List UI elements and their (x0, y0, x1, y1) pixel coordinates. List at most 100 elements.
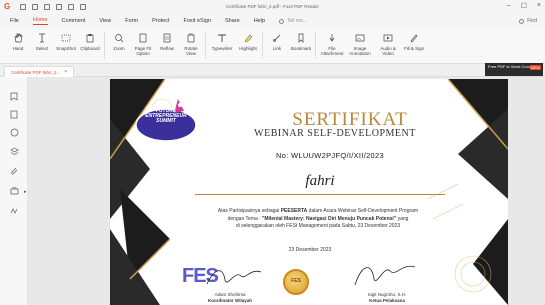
tell-me-search[interactable]: Tell me... (279, 18, 307, 24)
promo-banner[interactable]: Free PDF to Word Converter NEW (485, 63, 543, 76)
maximize-button[interactable]: ☐ (521, 2, 527, 10)
search-icon (279, 18, 285, 24)
body-bold-1: PEESERTA (280, 208, 308, 214)
tool-label: Hand (12, 46, 24, 51)
select-text-icon (37, 32, 48, 43)
tool-label: Audio & Video (380, 46, 396, 56)
document-tab-strip: Certificate PDF fahri_2... × (0, 64, 545, 77)
link-tool[interactable]: Link (265, 28, 289, 63)
reflow-tool[interactable]: Reflow (155, 28, 179, 63)
typewriter-tool[interactable]: Typewriter (208, 28, 236, 63)
expand-panel-arrow-icon[interactable]: ▸ (24, 189, 27, 195)
navigation-panel: ▸ (0, 77, 28, 305)
menu-help[interactable]: Help (254, 18, 265, 24)
hand-tool[interactable]: Hand (6, 28, 30, 63)
image-annotation-icon (355, 32, 366, 43)
body-text-2: dalam Acara Webinar Self-Development Pro… (307, 208, 419, 214)
clipboard-icon (85, 32, 96, 43)
ribbon-separator (262, 32, 263, 59)
security-panel-icon[interactable] (9, 185, 19, 195)
menu-home[interactable]: Home (32, 17, 48, 25)
menu-view[interactable]: View (99, 18, 111, 24)
bookmark-panel-icon[interactable] (9, 91, 19, 101)
cursor-icon[interactable] (80, 4, 86, 10)
ribbon-toolbar: Hand Select SnapShot Clipboard Zoom Page… (0, 28, 545, 64)
bookmark-tool[interactable]: Bookmark (289, 28, 313, 63)
file-attachment-tool[interactable]: File Attachment (318, 28, 346, 63)
rotate-tool[interactable]: Rotate View (179, 28, 203, 63)
tool-label: Typewriter (211, 46, 233, 51)
file-attachment-icon (327, 32, 338, 43)
name-underline (195, 194, 445, 195)
tool-label: Highlight (239, 46, 257, 51)
select-tool[interactable]: Select (30, 28, 54, 63)
zoom-icon (114, 32, 125, 43)
window-controls: – ☐ × (507, 2, 541, 10)
close-tab-button[interactable]: × (64, 69, 67, 75)
body-text-1: Atas Partisipasinya sebagai (217, 208, 281, 214)
comments-panel-icon[interactable] (9, 127, 19, 137)
bookmark-icon (296, 32, 307, 43)
tool-label: Link (272, 46, 282, 51)
find-box[interactable]: Find (519, 18, 537, 24)
snapshot-icon (61, 32, 72, 43)
page-fit-tool[interactable]: Page Fit Option (131, 28, 155, 63)
open-icon[interactable] (20, 4, 26, 10)
document-tab[interactable]: Certificate PDF fahri_2... × (4, 66, 75, 77)
page-fit-icon (138, 32, 149, 43)
reflow-icon (162, 32, 173, 43)
audio-video-tool[interactable]: Audio & Video (374, 28, 402, 63)
print-icon[interactable] (44, 4, 50, 10)
pages-panel-icon[interactable] (9, 109, 19, 119)
quick-access-toolbar (20, 4, 86, 10)
menu-form[interactable]: Form (125, 18, 138, 24)
right-signer-name: Sigit Nugroho, S.H. (367, 292, 407, 297)
tool-label: SnapShot (56, 46, 76, 51)
tool-label: Clipboard (80, 46, 100, 51)
right-signer-role: Ketua Pelaksana (369, 298, 405, 303)
right-signature (354, 265, 416, 286)
logo-line-3: SUMMIT (156, 118, 176, 124)
attachments-panel-icon[interactable] (9, 165, 19, 175)
rotate-icon (186, 32, 197, 43)
menu-share[interactable]: Share (225, 18, 240, 24)
menu-file[interactable]: File (10, 18, 19, 24)
undo-icon[interactable] (56, 4, 62, 10)
fill-sign-icon (409, 32, 420, 43)
minimize-button[interactable]: – (507, 2, 511, 10)
tool-label: Reflow (160, 46, 174, 51)
audio-video-icon (383, 32, 394, 43)
left-signer-role: Koordinator Wilayah (208, 298, 252, 303)
highlight-tool[interactable]: Highlight (236, 28, 260, 63)
ribbon-separator (205, 32, 206, 59)
menu-comment[interactable]: Comment (62, 18, 86, 24)
image-annotation-tool[interactable]: Image Annotation (346, 28, 374, 63)
foxit-logo: G (4, 2, 11, 11)
snapshot-tool[interactable]: SnapShot (54, 28, 78, 63)
body-text-5: di selenggarakan oleh FESt Management pa… (235, 223, 401, 229)
zoom-tool[interactable]: Zoom (107, 28, 131, 63)
find-icon (519, 18, 525, 24)
body-bold-2: "Milenial Mastery: Navigasi Diri Menuju … (261, 215, 397, 222)
tool-label: Image Annotation (349, 46, 371, 56)
left-signature (206, 270, 262, 285)
save-icon[interactable] (32, 4, 38, 10)
typewriter-icon (217, 32, 228, 43)
seal-label: FES (291, 278, 301, 284)
body-text-4: yang (396, 215, 409, 222)
layers-panel-icon[interactable] (9, 146, 19, 156)
promo-badge: NEW (529, 65, 541, 70)
fill-sign-tool[interactable]: Fill & Sign (402, 28, 426, 63)
clipboard-tool[interactable]: Clipboard (78, 28, 102, 63)
tool-label: File Attachment (320, 46, 344, 56)
signature-panel-icon[interactable] (9, 205, 19, 215)
tell-me-placeholder: Tell me... (287, 18, 308, 24)
redo-icon[interactable] (68, 4, 74, 10)
menu-protect[interactable]: Protect (152, 18, 169, 24)
find-label: Find (527, 18, 537, 24)
tool-label: Page Fit Option (134, 46, 152, 56)
document-view[interactable]: FUTURE ENTREPRENEUR SUMMIT SERTIFIKAT WE… (28, 77, 545, 305)
menu-foxit-esign[interactable]: Foxit eSign (184, 18, 212, 24)
close-window-button[interactable]: × (537, 2, 541, 10)
tool-label: Fill & Sign (403, 46, 425, 51)
